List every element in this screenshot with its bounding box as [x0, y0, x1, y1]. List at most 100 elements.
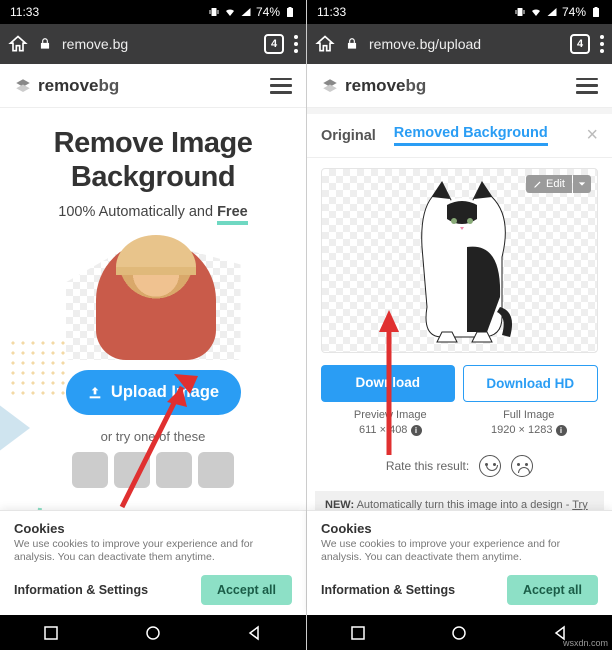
download-hd-button[interactable]: Download HD	[463, 365, 599, 402]
status-battery: 74%	[256, 5, 280, 19]
sample-thumb[interactable]	[72, 452, 108, 488]
hamburger-icon[interactable]	[270, 78, 292, 94]
wifi-icon	[224, 6, 236, 18]
sub-pre: 100% Automatically and	[58, 204, 217, 220]
upload-image-button[interactable]: Upload Image	[66, 370, 241, 415]
address-bar[interactable]: remove.bg	[62, 36, 254, 52]
headline-line1: Remove Image	[54, 127, 253, 159]
cookie-title: Cookies	[321, 521, 598, 536]
battery-icon	[590, 6, 602, 18]
headline-line2: Background	[71, 161, 235, 193]
vibrate-icon	[208, 6, 220, 18]
rate-happy-icon[interactable]	[479, 455, 501, 477]
cookie-info-button[interactable]: Information & Settings	[321, 583, 455, 597]
upload-icon	[87, 385, 103, 401]
signal-icon	[546, 6, 558, 18]
cookie-accept-button[interactable]: Accept all	[507, 575, 598, 605]
decorative-triangle	[0, 398, 30, 458]
tab-count[interactable]: 4	[570, 34, 590, 54]
tab-count[interactable]: 4	[264, 34, 284, 54]
hero-image	[66, 240, 241, 360]
edit-dropdown[interactable]	[573, 175, 591, 193]
nav-recent-icon[interactable]	[350, 625, 366, 641]
rate-label: Rate this result:	[386, 459, 469, 473]
hamburger-icon[interactable]	[576, 78, 598, 94]
info-icon[interactable]: i	[411, 425, 422, 436]
result-tabs: Original Removed Background ×	[307, 114, 612, 158]
pencil-icon	[533, 179, 543, 189]
hero-headline: Remove Image Background	[12, 126, 294, 194]
rate-sad-icon[interactable]	[511, 455, 533, 477]
preview-title: Preview Image	[354, 409, 427, 421]
tab-original[interactable]: Original	[321, 128, 376, 144]
address-bar[interactable]: remove.bg/upload	[369, 36, 560, 52]
browser-menu-icon[interactable]	[294, 35, 298, 53]
preview-meta: Preview Image 611 × 408 i	[321, 408, 460, 439]
browser-toolbar: remove.bg/upload 4	[307, 24, 612, 64]
logo-icon	[14, 77, 32, 95]
brand-bold: remove	[38, 76, 98, 95]
upload-label: Upload Image	[111, 383, 219, 402]
cookie-banner: Cookies We use cookies to improve your e…	[307, 510, 612, 615]
full-dim: 1920 × 1283	[491, 424, 552, 436]
sample-thumb[interactable]	[156, 452, 192, 488]
hero-subtitle: 100% Automatically and Free	[12, 204, 294, 220]
brand-light: bg	[405, 76, 426, 95]
cookie-text: We use cookies to improve your experienc…	[321, 538, 598, 565]
edit-label: Edit	[546, 178, 565, 190]
edit-button[interactable]: Edit	[526, 175, 572, 193]
nav-home-icon[interactable]	[451, 625, 467, 641]
sample-thumbs	[12, 452, 294, 488]
vibrate-icon	[514, 6, 526, 18]
cookie-info-button[interactable]: Information & Settings	[14, 583, 148, 597]
status-icons: 74%	[208, 5, 296, 19]
right-phone: 11:33 74% remove.bg/upload 4 removebg Or…	[306, 0, 612, 650]
browser-toolbar: remove.bg 4	[0, 24, 306, 64]
status-time: 11:33	[317, 5, 346, 19]
nav-back-icon[interactable]	[247, 625, 263, 641]
nav-recent-icon[interactable]	[43, 625, 59, 641]
edit-button-group: Edit	[526, 175, 591, 193]
home-icon[interactable]	[8, 34, 28, 54]
download-row: Download Download HD	[307, 353, 612, 402]
try-line: or try one of these	[12, 429, 294, 444]
watermark: wsxdn.com	[563, 638, 608, 648]
tab-removed-background[interactable]: Removed Background	[394, 125, 548, 146]
cookie-banner: Cookies We use cookies to improve your e…	[0, 510, 306, 615]
left-phone: 11:33 74% remove.bg 4 removebg Remove Im…	[0, 0, 306, 650]
cookie-accept-button[interactable]: Accept all	[201, 575, 292, 605]
download-button[interactable]: Download	[321, 365, 455, 402]
cat-image	[392, 177, 532, 347]
home-icon[interactable]	[315, 34, 335, 54]
battery-icon	[284, 6, 296, 18]
site-header: removebg	[307, 64, 612, 108]
preview-image: Edit	[321, 168, 598, 353]
site-header: removebg	[0, 64, 306, 108]
preview-dim: 611 × 408	[359, 424, 407, 436]
wifi-icon	[530, 6, 542, 18]
status-bar: 11:33 74%	[0, 0, 306, 24]
sample-thumb[interactable]	[198, 452, 234, 488]
decorative-dots	[8, 338, 68, 398]
status-battery: 74%	[562, 5, 586, 19]
site-logo[interactable]: removebg	[14, 76, 119, 96]
site-logo[interactable]: removebg	[321, 76, 426, 96]
status-icons: 74%	[514, 5, 602, 19]
close-icon[interactable]: ×	[586, 124, 598, 147]
try-text: or try one of these	[101, 429, 206, 444]
nav-home-icon[interactable]	[145, 625, 161, 641]
lock-icon	[38, 37, 52, 51]
lock-icon	[345, 37, 359, 51]
download-meta: Preview Image 611 × 408 i Full Image 192…	[307, 402, 612, 439]
cookie-title: Cookies	[14, 521, 292, 536]
signal-icon	[240, 6, 252, 18]
cookie-text: We use cookies to improve your experienc…	[14, 538, 292, 565]
full-meta: Full Image 1920 × 1283 i	[460, 408, 599, 439]
logo-icon	[321, 77, 339, 95]
sample-thumb[interactable]	[114, 452, 150, 488]
brand-bold: remove	[345, 76, 405, 95]
sub-free: Free	[217, 204, 248, 225]
chevron-down-icon	[578, 180, 586, 188]
browser-menu-icon[interactable]	[600, 35, 604, 53]
info-icon[interactable]: i	[556, 425, 567, 436]
